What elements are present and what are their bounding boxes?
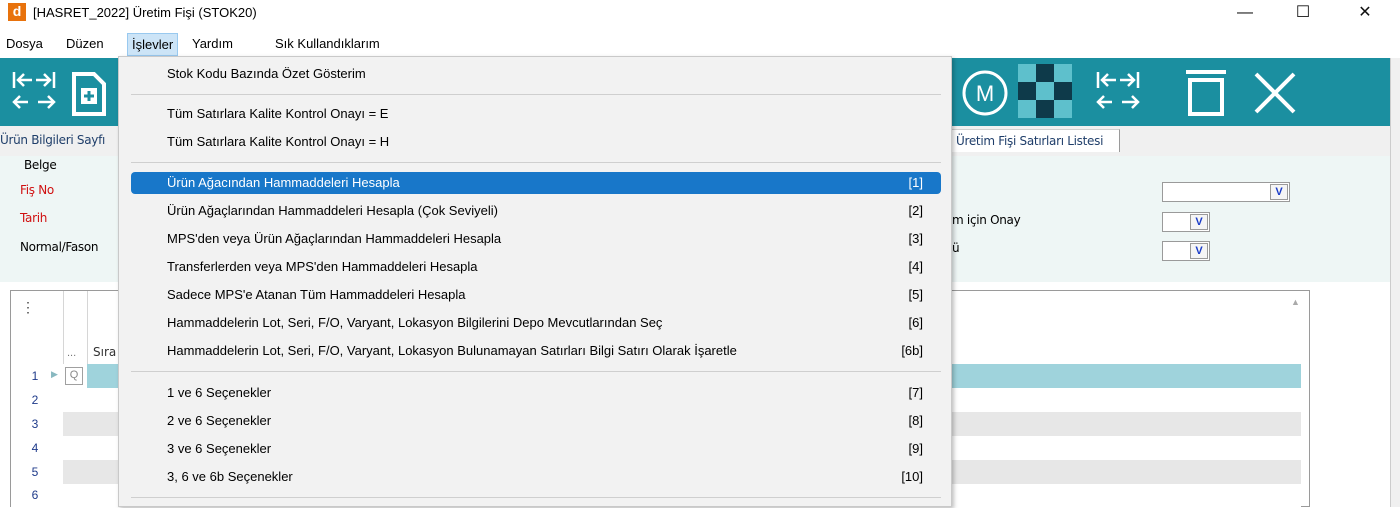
- expand-collapse-icon[interactable]: [1094, 68, 1146, 118]
- tab-uretim-fisi-satirlari[interactable]: Üretim Fişi Satırları Listesi: [952, 129, 1121, 152]
- menu-duzen[interactable]: Düzen: [66, 36, 104, 51]
- menu-item-label: 3 ve 6 Seçenekler: [167, 441, 272, 456]
- menu-item-option-10[interactable]: 3, 6 ve 6b Seçenekler [10]: [131, 466, 941, 488]
- menu-item-label: MPS'den veya Ürün Ağaçlarından Hammaddel…: [167, 231, 502, 246]
- onay-combo[interactable]: V: [1162, 212, 1210, 232]
- menu-separator: [131, 497, 941, 498]
- m-label: M: [976, 81, 994, 106]
- islevler-dropdown-menu: Stok Kodu Bazında Özet Gösterim Tüm Satı…: [118, 56, 952, 507]
- maximize-button[interactable]: ☐: [1280, 0, 1326, 26]
- menu-sik-kullandiklarim[interactable]: Sık Kullandıklarım: [275, 36, 380, 51]
- menu-separator: [131, 162, 941, 163]
- grid-col-divider: [63, 291, 64, 373]
- row-number: 5: [31, 465, 39, 479]
- menu-item-label: Tüm Satırlara Kalite Kontrol Onayı = H: [167, 134, 390, 149]
- delete-icon[interactable]: [1180, 66, 1232, 120]
- menu-item-label: Sadece MPS'e Atanan Tüm Hammaddeleri Hes…: [167, 287, 466, 302]
- row-number: 4: [31, 441, 39, 455]
- row-selected-marker-icon: ▶: [51, 369, 58, 379]
- sira-column-header[interactable]: Sıra: [93, 345, 116, 359]
- row-number: 2: [31, 393, 39, 407]
- menu-item-label: 2 ve 6 Seçenekler: [167, 413, 272, 428]
- menu-item-shortcut: [6]: [908, 315, 923, 330]
- menu-item-label: 1 ve 6 Seçenekler: [167, 385, 272, 400]
- row-number: 6: [31, 488, 39, 502]
- menu-item-label: Hammaddelerin Lot, Seri, F/O, Varyant, L…: [167, 315, 663, 330]
- menu-item-shortcut: [4]: [908, 259, 923, 274]
- right-label-2: ü: [952, 241, 960, 255]
- menu-item-option-7[interactable]: 1 ve 6 Seçenekler [7]: [131, 382, 941, 404]
- menu-item-option-2[interactable]: Ürün Ağaçlarından Hammaddeleri Hesapla (…: [131, 200, 941, 222]
- menu-separator: [131, 94, 941, 95]
- menu-item-shortcut: [5]: [908, 287, 923, 302]
- menu-yardim[interactable]: Yardım: [192, 36, 233, 51]
- menu-islevler[interactable]: İşlevler: [127, 33, 179, 56]
- menu-item-label: Ürün Ağacından Hammaddeleri Hesapla: [167, 175, 400, 190]
- tab-urun-bilgileri[interactable]: Ürün Bilgileri Sayfı: [0, 133, 105, 147]
- menu-item-option-1[interactable]: Ürün Ağacından Hammaddeleri Hesapla [1]: [131, 172, 941, 194]
- menu-item-label: Transferlerden veya MPS'den Hammaddeleri…: [167, 259, 478, 274]
- window-title: [HASRET_2022] Üretim Fişi (STOK20): [33, 5, 257, 20]
- menu-item-shortcut: [2]: [908, 203, 923, 218]
- close-icon[interactable]: [1250, 68, 1300, 118]
- chevron-down-icon[interactable]: V: [1190, 214, 1208, 230]
- menu-item-label: Tüm Satırlara Kalite Kontrol Onayı = E: [167, 106, 389, 121]
- menu-item-option-3[interactable]: MPS'den veya Ürün Ağaçlarından Hammaddel…: [131, 228, 941, 250]
- grid-ellipsis: ...: [67, 347, 77, 359]
- menu-item-shortcut: [8]: [908, 413, 923, 428]
- checker-icon[interactable]: [1018, 64, 1074, 120]
- right-panel-edge: [1390, 58, 1400, 507]
- normal-fason-label: Normal/Fason: [20, 240, 99, 254]
- menu-item-option-4[interactable]: Transferlerden veya MPS'den Hammaddeleri…: [131, 256, 941, 278]
- title-bar: d [HASRET_2022] Üretim Fişi (STOK20) — ☐…: [0, 0, 1400, 26]
- tarih-label: Tarih: [20, 211, 48, 225]
- menu-item-stok-kodu-ozet[interactable]: Stok Kodu Bazında Özet Gösterim: [131, 63, 941, 85]
- menu-item-option-8[interactable]: 2 ve 6 Seçenekler [8]: [131, 410, 941, 432]
- chevron-down-icon[interactable]: V: [1190, 243, 1208, 259]
- menu-item-shortcut: [7]: [908, 385, 923, 400]
- belge-label: Belge: [24, 158, 57, 172]
- second-combo[interactable]: V: [1162, 241, 1210, 261]
- menu-separator: [131, 371, 941, 372]
- menu-item-shortcut: [1]: [908, 175, 923, 190]
- grid-menu-icon[interactable]: ⋮: [21, 299, 35, 316]
- menu-item-shortcut: [9]: [908, 441, 923, 456]
- fis-no-label: Fiş No: [20, 183, 54, 197]
- tab-nav-icon[interactable]: [10, 68, 62, 118]
- close-window-button[interactable]: ✕: [1342, 0, 1388, 26]
- menu-item-label: 3, 6 ve 6b Seçenekler: [167, 469, 293, 484]
- search-icon[interactable]: Q: [65, 367, 83, 385]
- m-circle-icon[interactable]: M: [955, 68, 1017, 118]
- menu-bar: Dosya Düzen İşlevler Yardım Sık Kullandı…: [0, 33, 1400, 56]
- menu-item-label: Hammaddelerin Lot, Seri, F/O, Varyant, L…: [167, 343, 737, 358]
- new-document-icon[interactable]: [70, 68, 110, 118]
- menu-item-option-5[interactable]: Sadece MPS'e Atanan Tüm Hammaddeleri Hes…: [131, 284, 941, 306]
- menu-item-label: Ürün Ağaçlarından Hammaddeleri Hesapla (…: [167, 203, 498, 218]
- menu-item-shortcut: [6b]: [901, 343, 923, 358]
- menu-item-shortcut: [10]: [901, 469, 923, 484]
- menu-item-option-9[interactable]: 3 ve 6 Seçenekler [9]: [131, 438, 941, 460]
- menu-item-option-6b[interactable]: Hammaddelerin Lot, Seri, F/O, Varyant, L…: [131, 340, 941, 362]
- onay-label: m için Onay: [952, 213, 1021, 227]
- row-number: 1: [31, 369, 39, 383]
- menu-item-kalite-onay-e[interactable]: Tüm Satırlara Kalite Kontrol Onayı = E: [131, 103, 941, 125]
- minimize-button[interactable]: —: [1222, 0, 1268, 26]
- row-number: 3: [31, 417, 39, 431]
- menu-dosya[interactable]: Dosya: [6, 36, 43, 51]
- chevron-down-icon[interactable]: V: [1270, 184, 1288, 200]
- menu-item-shortcut: [3]: [908, 231, 923, 246]
- grid-col-divider: [87, 291, 88, 373]
- menu-item-option-6[interactable]: Hammaddelerin Lot, Seri, F/O, Varyant, L…: [131, 312, 941, 334]
- app-logo-icon: d: [8, 3, 26, 21]
- top-right-combo[interactable]: V: [1162, 182, 1290, 202]
- menu-item-label: Stok Kodu Bazında Özet Gösterim: [167, 66, 366, 81]
- menu-item-kalite-onay-h[interactable]: Tüm Satırlara Kalite Kontrol Onayı = H: [131, 131, 941, 153]
- scroll-up-icon[interactable]: ▲: [1291, 297, 1300, 307]
